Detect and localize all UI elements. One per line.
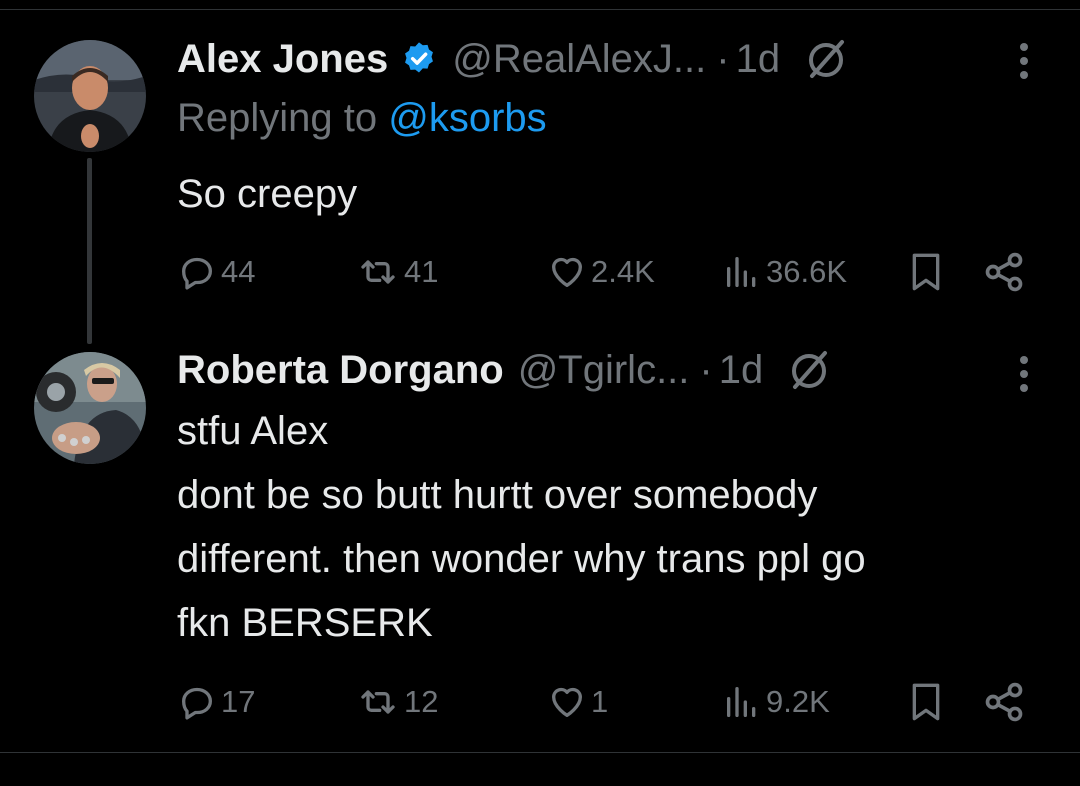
- share-icon: [985, 682, 1023, 722]
- reply-mention-link[interactable]: @ksorbs: [388, 96, 546, 140]
- avatar[interactable]: [34, 40, 146, 152]
- replying-to: Replying to @ksorbs: [177, 96, 547, 141]
- display-name[interactable]: Roberta Dorgano: [177, 348, 504, 393]
- timestamp[interactable]: 1d: [719, 348, 764, 393]
- reply-icon: [182, 257, 212, 290]
- top-divider: [0, 9, 1080, 10]
- like-icon: [552, 687, 582, 717]
- display-name[interactable]: Alex Jones: [177, 37, 388, 82]
- tweet-text: So creepy: [177, 162, 357, 226]
- share-button[interactable]: [982, 680, 1026, 724]
- bookmark-button[interactable]: [906, 250, 946, 294]
- avatar[interactable]: [34, 352, 146, 464]
- verified-badge-icon: [400, 40, 438, 78]
- view-count: 9.2K: [766, 684, 830, 719]
- repost-icon: [361, 260, 395, 284]
- bookmark-button[interactable]: [906, 680, 946, 724]
- share-button[interactable]: [982, 250, 1026, 294]
- grok-icon[interactable]: [787, 347, 833, 393]
- repost-icon: [361, 690, 395, 714]
- reply-count: 17: [221, 684, 256, 719]
- tweet-text-line: fkn BERSERK: [177, 601, 433, 645]
- timestamp[interactable]: 1d: [736, 37, 781, 82]
- tweet-header: Roberta Dorgano @Tgirlc... · 1d: [177, 345, 833, 395]
- separator-dot: ·: [716, 36, 730, 81]
- like-count: 1: [591, 684, 609, 719]
- views-button[interactable]: 36.6K: [722, 250, 847, 294]
- share-icon: [985, 252, 1023, 292]
- repost-count: 12: [404, 684, 439, 719]
- grok-icon[interactable]: [804, 36, 850, 82]
- like-button[interactable]: 2.4K: [547, 250, 655, 294]
- bookmark-icon: [912, 683, 940, 721]
- tweet-text: stfu Alex dont be so butt hurtt over som…: [177, 399, 866, 655]
- views-icon: [727, 257, 756, 287]
- separator-dot: ·: [699, 347, 713, 392]
- repost-button[interactable]: 41: [356, 250, 438, 294]
- tweet-text-line: different. then wonder why trans ppl go: [177, 537, 866, 581]
- like-button[interactable]: 1: [547, 680, 608, 724]
- tweet-text-line: dont be so butt hurtt over somebody: [177, 473, 818, 517]
- view-count: 36.6K: [766, 254, 848, 289]
- handle[interactable]: @Tgirlc...: [518, 348, 690, 393]
- handle[interactable]: @RealAlexJ...: [452, 37, 706, 82]
- like-icon: [552, 257, 582, 287]
- reply-button[interactable]: 44: [177, 250, 255, 294]
- tweet-text-line: So creepy: [177, 172, 358, 216]
- more-icon[interactable]: [1018, 354, 1030, 394]
- thread-line: [87, 158, 92, 344]
- bottom-divider: [0, 752, 1080, 753]
- views-icon: [727, 687, 756, 717]
- like-count: 2.4K: [591, 254, 655, 289]
- views-button[interactable]: 9.2K: [722, 680, 830, 724]
- tweet-header: Alex Jones @RealAlexJ... · 1d: [177, 34, 850, 84]
- repost-count: 41: [404, 254, 439, 289]
- tweet-text-line: stfu Alex: [177, 409, 329, 453]
- bookmark-icon: [912, 253, 940, 291]
- reply-button[interactable]: 17: [177, 680, 255, 724]
- replying-to-label: Replying to: [177, 96, 389, 140]
- more-icon[interactable]: [1018, 41, 1030, 81]
- repost-button[interactable]: 12: [356, 680, 438, 724]
- reply-count: 44: [221, 254, 256, 289]
- reply-icon: [182, 687, 212, 720]
